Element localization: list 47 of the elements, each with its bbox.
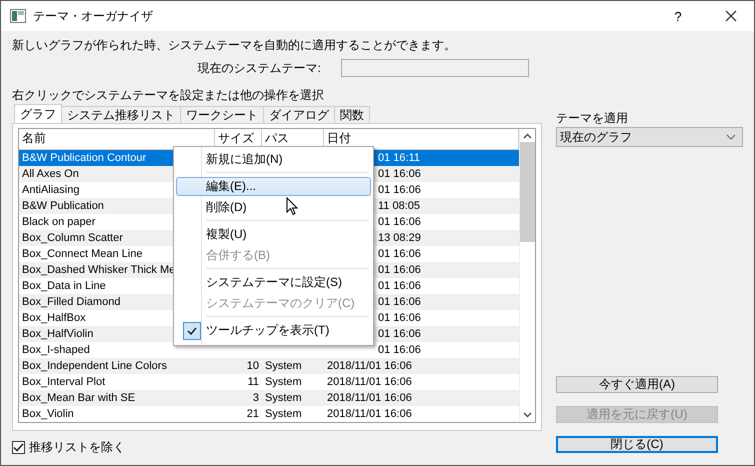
table-cell: 01 16:06 bbox=[378, 328, 421, 340]
table-cell: 01 16:06 bbox=[378, 312, 421, 324]
table-cell: Box_Data in Line bbox=[22, 280, 106, 292]
table-cell: 01 16:06 bbox=[378, 344, 421, 356]
apply-theme-label: テーマを適用 bbox=[556, 110, 629, 127]
table-cell: AntiAliasing bbox=[22, 184, 80, 196]
intro-text: 新しいグラフが作られた時、システムテーマを自動的に適用することができます。 bbox=[12, 37, 457, 54]
system-theme-label: 現在のシステムテーマ: bbox=[198, 60, 321, 76]
table-cell: Box_Connect Mean Line bbox=[22, 248, 142, 260]
table-cell: 01 16:06 bbox=[378, 248, 421, 260]
table-cell: Box_Mean Bar with SE bbox=[22, 392, 136, 404]
window-title: テーマ・オーガナイザ bbox=[33, 8, 154, 24]
table-cell: 11 08:05 bbox=[378, 200, 420, 212]
table-cell: Box_HalfViolin bbox=[22, 328, 94, 340]
table-cell: B&W Publication Contour bbox=[22, 152, 146, 164]
table-cell: Black on paper bbox=[22, 216, 96, 228]
table-cell: 2018/11/01 16:06 bbox=[327, 408, 412, 420]
table-cell: Box_Column Scatter bbox=[22, 232, 123, 244]
table-cell: 01 16:06 bbox=[378, 168, 421, 180]
table-cell: 13 08:29 bbox=[378, 232, 421, 244]
table-cell: Box_HalfBox bbox=[22, 312, 86, 324]
table-cell: System bbox=[265, 408, 302, 420]
table-cell: 01 16:11 bbox=[378, 152, 420, 164]
table-cell: System bbox=[265, 376, 302, 388]
checkbox-label: 推移リストを除く bbox=[29, 438, 125, 456]
table-cell: Box_Independent Line Colors bbox=[22, 360, 167, 372]
table-cell: 01 16:06 bbox=[378, 184, 421, 196]
table-cell: Box_Filled Diamond bbox=[22, 296, 120, 308]
table-cell: 21 bbox=[246, 408, 259, 420]
table-cell: 3 bbox=[252, 392, 259, 404]
table-cell: 2018/11/01 16:06 bbox=[327, 376, 412, 388]
table-cell: Box_Violin bbox=[22, 408, 74, 420]
table-cell: System bbox=[265, 392, 302, 404]
table-cell: Box_Interval Plot bbox=[22, 376, 106, 388]
table-cell: B&W Publication bbox=[22, 200, 104, 212]
instruction-text: 右クリックでシステムテーマを設定または他の操作を選択 bbox=[12, 87, 325, 104]
table-cell: 01 16:06 bbox=[378, 280, 421, 292]
table-cell: All Axes On bbox=[22, 168, 79, 180]
table-cell: 2018/11/01 16:06 bbox=[327, 392, 412, 404]
table-cell: Box_I-shaped bbox=[22, 344, 90, 356]
table-cell: System bbox=[265, 360, 302, 372]
table-cell: 10 bbox=[246, 360, 259, 372]
table-cell: 01 16:06 bbox=[378, 264, 421, 276]
table-cell: 2018/11/01 16:06 bbox=[327, 360, 412, 372]
table-cell: 11 bbox=[248, 376, 259, 388]
table-cell: 01 16:06 bbox=[378, 296, 421, 308]
table-cell: 01 16:06 bbox=[378, 216, 421, 228]
